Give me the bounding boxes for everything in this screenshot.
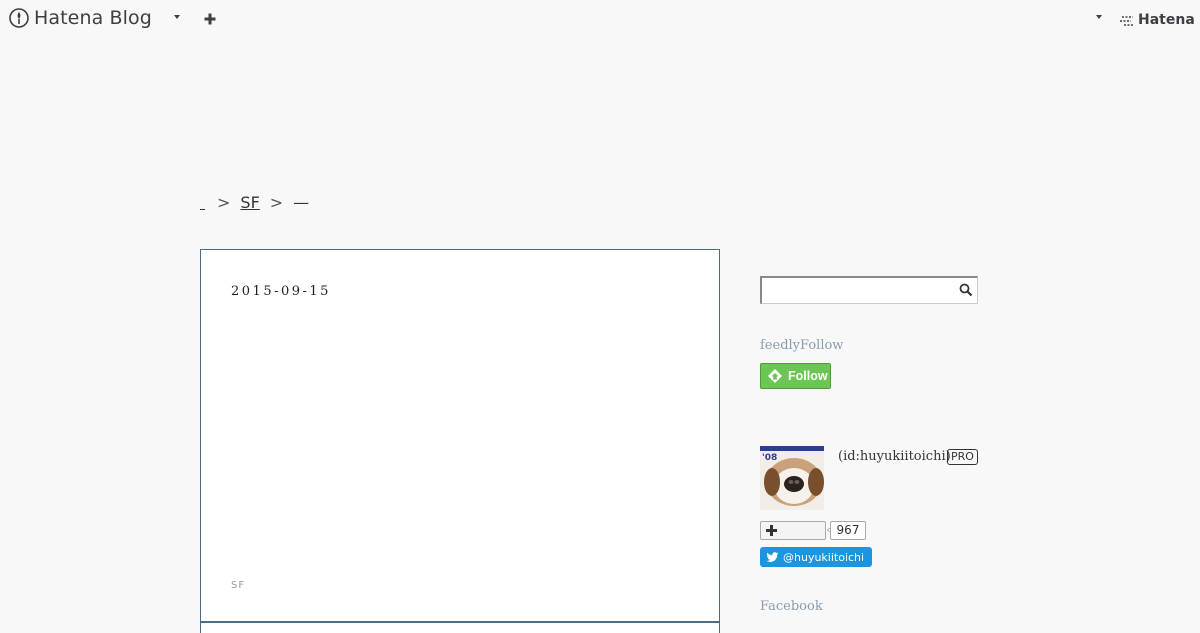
breadcrumb-separator: > [217, 192, 231, 212]
search-input[interactable] [762, 278, 952, 302]
new-post-button[interactable] [203, 11, 217, 25]
hatena-blog-pen-icon [9, 8, 29, 28]
top-bar: Hatena Blog Hatena [0, 0, 1200, 38]
dog-avatar-image: '08 [760, 446, 824, 510]
breadcrumb: > SF > — [200, 190, 309, 214]
twitter-follow-button[interactable]: @huyukiitoichi [760, 547, 872, 567]
pro-badge: PRO [947, 449, 978, 465]
feedly-follow-label: Follow [788, 369, 828, 383]
twitter-bird-icon [766, 551, 779, 562]
profile-id-link[interactable]: (id:huyukiitoichi) [838, 449, 951, 464]
twitter-handle: @huyukiitoichi [783, 550, 865, 564]
hatena-wordmark: Hatena [1138, 12, 1195, 28]
subscriber-count: 967 [830, 521, 866, 540]
article-date[interactable]: 2015-09-15 [231, 284, 331, 299]
feedly-widget-title: feedlyFollow [760, 338, 844, 353]
feedly-follow-button[interactable]: Follow [760, 363, 831, 389]
search-box [760, 276, 978, 304]
facebook-widget-title: Facebook [760, 599, 823, 614]
hatena-logo-icon [1120, 16, 1134, 26]
caret-down-icon [1096, 15, 1102, 19]
article-card: 2015-09-15 SF [200, 249, 720, 622]
blog-menu-dropdown[interactable] [172, 12, 182, 22]
breadcrumb-current: — [293, 192, 310, 212]
search-icon[interactable] [959, 283, 973, 297]
breadcrumb-separator: > [269, 192, 284, 212]
user-menu-dropdown[interactable] [1094, 12, 1104, 22]
feedly-icon [768, 369, 782, 383]
hatena-blog-logo[interactable]: Hatena Blog [9, 6, 152, 30]
hatena-logo[interactable]: Hatena [1119, 10, 1195, 30]
breadcrumb-home-link[interactable] [200, 195, 205, 210]
profile-avatar[interactable]: '08 [760, 446, 824, 510]
next-article-card [200, 622, 720, 633]
plus-icon [204, 13, 216, 25]
svg-text:'08: '08 [762, 453, 777, 463]
subscribe-button[interactable] [760, 521, 826, 540]
brand-name: Hatena Blog [34, 7, 152, 29]
plus-icon [766, 525, 777, 536]
breadcrumb-category-link[interactable]: SF [240, 193, 259, 212]
caret-down-icon [174, 15, 180, 19]
article-category-link[interactable]: SF [231, 580, 245, 591]
